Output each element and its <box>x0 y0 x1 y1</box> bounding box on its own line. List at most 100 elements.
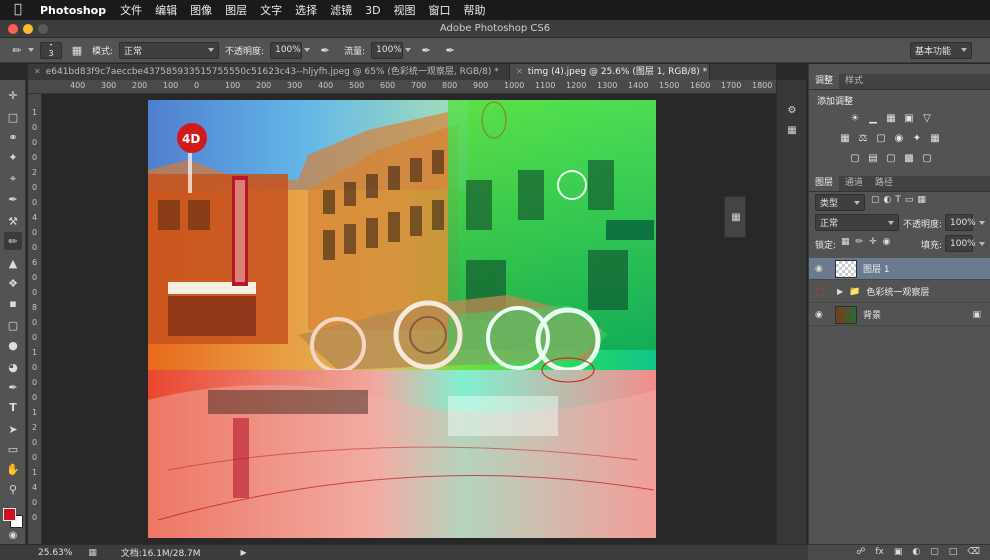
tab-layers[interactable]: 图层 <box>809 176 840 191</box>
layer-filter-select[interactable]: 类型 <box>815 194 865 211</box>
menu-select[interactable]: 选择 <box>295 2 317 18</box>
mode-select[interactable]: 正常 <box>119 41 220 59</box>
flow-field[interactable]: 100% <box>371 41 404 59</box>
export-icon[interactable]: ▦ <box>88 548 97 558</box>
pressure-opacity-icon[interactable]: ✒ <box>316 41 334 59</box>
gradient-tool-icon[interactable]: ▢ <box>4 316 22 334</box>
threshold-icon[interactable]: ▢ <box>885 152 897 164</box>
close-icon[interactable]: ✕ <box>34 64 41 80</box>
chevron-down-icon[interactable] <box>979 221 985 225</box>
color-lookup-icon[interactable]: ▦ <box>929 132 941 144</box>
brush-tool-preset-icon[interactable]: ✏ <box>8 41 26 59</box>
menu-3d[interactable]: 3D <box>365 4 380 17</box>
chevron-down-icon[interactable] <box>979 242 985 246</box>
lock-position-icon[interactable]: ✛ <box>869 237 877 247</box>
info-panel-icon[interactable]: ▦ <box>727 209 745 225</box>
tab-document-2[interactable]: ✕ timg (4).jpeg @ 25.6% (图层 1, RGB/8) * <box>510 64 710 80</box>
lasso-tool-icon[interactable]: ⚭ <box>4 128 22 146</box>
menu-filter[interactable]: 滤镜 <box>330 2 352 18</box>
shape-tool-icon[interactable]: ▭ <box>4 440 22 458</box>
hand-tool-icon[interactable]: ✋ <box>4 460 22 478</box>
tab-styles[interactable]: 样式 <box>839 74 869 89</box>
artwork-image[interactable]: 4D <box>148 100 656 538</box>
history-panel-icon[interactable]: ⚙ <box>783 102 801 118</box>
exposure-icon[interactable]: ▣ <box>903 112 915 124</box>
brightness-icon[interactable]: ☀ <box>849 112 861 124</box>
eyedropper-tool-icon[interactable]: ✒ <box>4 190 22 208</box>
photo-filter-icon[interactable]: ◉ <box>893 132 905 144</box>
menu-layer[interactable]: 图层 <box>225 2 247 18</box>
quick-select-tool-icon[interactable]: ✦ <box>4 148 22 166</box>
chevron-down-icon[interactable] <box>28 48 34 52</box>
marquee-tool-icon[interactable]: □ <box>4 108 22 126</box>
layer-row-background[interactable]: ◉ 背景 ▣ <box>809 304 990 326</box>
crop-tool-icon[interactable]: ⌖ <box>4 170 22 188</box>
opacity-field[interactable]: 100% <box>270 41 303 59</box>
filter-smart-icon[interactable]: ▦ <box>917 195 926 205</box>
filter-type-icon[interactable]: T <box>895 195 901 205</box>
tab-document-1[interactable]: ✕ e641bd83f9c7aeccbe437585933515755550c5… <box>28 64 510 80</box>
gradient-map-icon[interactable]: ▢ <box>921 152 933 164</box>
new-layer-icon[interactable]: □ <box>949 547 958 557</box>
apple-icon[interactable]:  <box>14 3 26 17</box>
path-select-tool-icon[interactable]: ➤ <box>4 420 22 438</box>
layer-style-icon[interactable]: fx <box>875 547 884 557</box>
status-menu-arrow-icon[interactable]: ▶ <box>241 548 247 557</box>
tab-channels[interactable]: 通道 <box>839 176 869 191</box>
posterize-icon[interactable]: ▤ <box>867 152 879 164</box>
add-mask-icon[interactable]: ▣ <box>894 547 903 557</box>
floating-panel[interactable]: ▦ <box>724 196 746 238</box>
filter-shape-icon[interactable]: ▭ <box>905 195 914 205</box>
close-icon[interactable]: ✕ <box>516 64 523 80</box>
layer-row-group[interactable]: ◯ ▶ 📁 色彩统一观察层 <box>809 281 990 303</box>
zoom-tool-icon[interactable]: ⚲ <box>4 480 22 498</box>
menu-type[interactable]: 文字 <box>260 2 282 18</box>
blur-tool-icon[interactable]: ● <box>4 336 22 354</box>
healing-brush-tool-icon[interactable]: ⚒ <box>4 212 22 230</box>
lock-pixels-icon[interactable]: ✏ <box>856 237 864 247</box>
opacity-dropdown-icon[interactable] <box>304 48 311 52</box>
fill-field[interactable]: 100% <box>945 235 976 252</box>
properties-panel-icon[interactable]: ▦ <box>783 122 801 138</box>
blend-mode-select[interactable]: 正常 <box>815 214 899 231</box>
pen-tool-icon[interactable]: ✒ <box>4 378 22 396</box>
brush-panel-toggle-icon[interactable]: ▦ <box>68 41 86 59</box>
menu-edit[interactable]: 编辑 <box>155 2 177 18</box>
new-group-icon[interactable]: ▢ <box>930 547 939 557</box>
eye-icon[interactable]: ◯ <box>815 287 829 297</box>
eraser-tool-icon[interactable]: ▪ <box>4 294 22 312</box>
eye-icon[interactable]: ◉ <box>815 264 829 274</box>
lock-all-icon[interactable]: ◉ <box>883 237 891 247</box>
brush-size-picker[interactable]: • 3 <box>40 41 62 59</box>
pressure-size-icon[interactable]: ✒ <box>441 41 459 59</box>
menu-image[interactable]: 图像 <box>190 2 212 18</box>
delete-layer-icon[interactable]: ⌫ <box>967 547 980 557</box>
layer-row-layer1[interactable]: ◉ 图层 1 <box>809 258 990 280</box>
channel-mixer-icon[interactable]: ✦ <box>911 132 923 144</box>
color-balance-icon[interactable]: ⚖ <box>857 132 869 144</box>
history-brush-tool-icon[interactable]: ❖ <box>4 274 22 292</box>
type-tool-icon[interactable]: T <box>4 398 22 416</box>
canvas-area[interactable]: 4D <box>42 94 776 544</box>
workspace-switcher[interactable]: 基本功能 <box>910 41 972 59</box>
curves-icon[interactable]: ▦ <box>885 112 897 124</box>
invert-icon[interactable]: ▢ <box>849 152 861 164</box>
link-layers-icon[interactable]: ☍ <box>856 547 865 557</box>
new-adjustment-icon[interactable]: ◐ <box>912 547 920 557</box>
menu-view[interactable]: 视图 <box>394 2 416 18</box>
expand-arrow-icon[interactable]: ▶ <box>837 287 843 296</box>
vibrance-icon[interactable]: ▽ <box>921 112 933 124</box>
eye-icon[interactable]: ◉ <box>815 310 829 320</box>
layer-opacity-field[interactable]: 100% <box>945 214 976 231</box>
lock-transparent-icon[interactable]: ▦ <box>841 237 850 247</box>
airbrush-icon[interactable]: ✒ <box>417 41 435 59</box>
filter-pixel-icon[interactable]: ▢ <box>871 195 880 205</box>
zoom-level[interactable]: 25.63% <box>38 548 72 558</box>
flow-dropdown-icon[interactable] <box>405 48 412 52</box>
menu-window[interactable]: 窗口 <box>429 2 451 18</box>
menu-help[interactable]: 帮助 <box>464 2 486 18</box>
levels-icon[interactable]: ▁ <box>867 112 879 124</box>
menu-file[interactable]: 文件 <box>120 2 142 18</box>
brush-tool-icon[interactable]: ✏ <box>4 232 22 250</box>
black-white-icon[interactable]: ▢ <box>875 132 887 144</box>
